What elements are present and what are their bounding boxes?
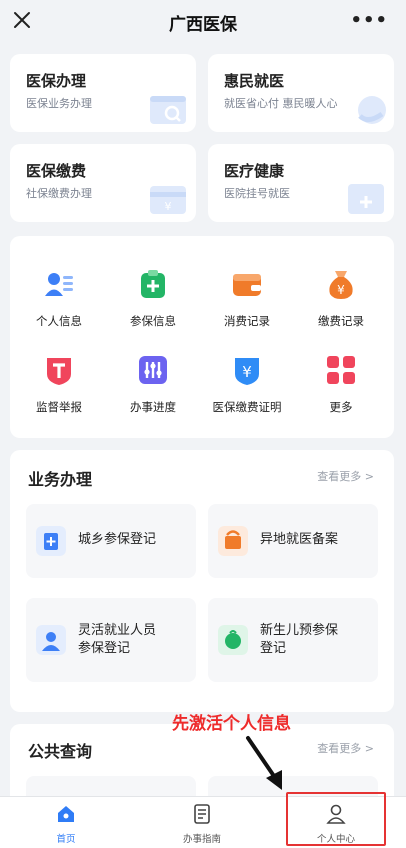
transfer-icon xyxy=(218,526,248,556)
grid-item-label: 缴费记录 xyxy=(318,314,364,328)
service-label: 新生儿预参保 登记 xyxy=(260,622,338,658)
grid-item-payment-records[interactable]: ¥ 缴费记录 xyxy=(296,268,386,329)
annotation-text: 先激活个人信息 xyxy=(172,714,291,734)
shield-yen-icon: ¥ xyxy=(235,358,259,385)
home-icon xyxy=(58,806,74,822)
grid-item-progress[interactable]: 办事进度 xyxy=(108,354,198,415)
service-offsite-medical[interactable]: 异地就医备案 xyxy=(208,504,378,578)
tab-label: 办事指南 xyxy=(182,834,221,845)
wallet-icon xyxy=(233,274,261,296)
money-bag-icon: ¥ xyxy=(329,271,353,299)
grid-item-spending-records[interactable]: 消费记录 xyxy=(202,268,292,329)
quick-card-title: 医保缴费 xyxy=(26,162,87,180)
top-bar: 广西医保 ••• xyxy=(0,0,406,42)
see-more-link[interactable]: 查看更多 > xyxy=(317,740,374,756)
grid-item-label: 办事进度 xyxy=(130,400,176,414)
quick-card-title: 惠民就医 xyxy=(224,72,285,90)
service-label-line1: 新生儿预参保 xyxy=(260,623,339,638)
sliders-icon xyxy=(139,356,167,384)
section-title: 公共查询 xyxy=(28,742,93,761)
grid-item-label: 医保缴费证明 xyxy=(212,400,282,414)
tab-label: 首页 xyxy=(56,834,76,845)
service-label: 城乡参保登记 xyxy=(78,532,157,547)
quick-card-title: 医保办理 xyxy=(26,72,87,90)
search-doc-icon xyxy=(150,96,186,124)
tab-home[interactable]: 首页 xyxy=(26,803,106,845)
quick-card-benefit-medical[interactable]: 惠民就医 就医省心付 惠民暖人心 xyxy=(208,54,394,132)
grid-item-label: 参保信息 xyxy=(130,314,176,328)
service-urban-rural-register[interactable]: 城乡参保登记 xyxy=(26,504,196,578)
quick-card-insurance-payment[interactable]: 医保缴费 社保缴费办理 ¥ xyxy=(10,144,196,222)
svg-text:¥: ¥ xyxy=(165,200,172,213)
quick-card-medical-health[interactable]: 医疗健康 医院挂号就医 xyxy=(208,144,394,222)
section-title: 业务办理 xyxy=(28,470,93,489)
function-grid: 个人信息 参保信息 消费记录 ¥ 缴费记录 监督举报 办事进度 ¥ 医保缴费证明… xyxy=(10,236,394,438)
baby-icon xyxy=(218,625,248,655)
clipboard-plus-icon xyxy=(141,270,165,298)
quick-card-subtitle: 就医省心付 惠民暖人心 xyxy=(224,97,338,110)
quick-card-subtitle: 医院挂号就医 xyxy=(224,187,290,200)
service-label: 灵活就业人员 参保登记 xyxy=(78,622,156,658)
heart-hand-icon xyxy=(358,96,386,124)
grid-item-label: 更多 xyxy=(329,400,353,414)
tab-guide[interactable]: 办事指南 xyxy=(162,803,242,845)
grid-item-label: 监督举报 xyxy=(36,400,82,414)
annotation-arrow xyxy=(246,736,282,790)
grid-item-insurance-info[interactable]: 参保信息 xyxy=(108,268,198,329)
more-menu-icon[interactable]: ••• xyxy=(350,10,388,31)
shield-t-icon xyxy=(47,358,71,385)
grid-item-payment-certificate[interactable]: ¥ 医保缴费证明 xyxy=(202,354,292,415)
quick-card-title: 医疗健康 xyxy=(224,162,285,180)
service-label-line2: 登记 xyxy=(260,641,287,656)
service-flexible-employment[interactable]: 灵活就业人员 参保登记 xyxy=(26,598,196,682)
register-plus-icon xyxy=(36,526,66,556)
service-label: 异地就医备案 xyxy=(260,532,339,547)
annotation-highlight-box xyxy=(286,792,386,846)
grid-item-label: 个人信息 xyxy=(36,314,82,328)
quick-card-medical-insurance[interactable]: 医保办理 医保业务办理 xyxy=(10,54,196,132)
worker-icon xyxy=(36,625,66,655)
service-label-line1: 灵活就业人员 xyxy=(78,623,157,638)
person-card-icon xyxy=(45,273,73,296)
grid-item-personal-info[interactable]: 个人信息 xyxy=(14,268,104,329)
payment-card-icon: ¥ xyxy=(150,186,186,214)
service-newborn-insurance[interactable]: 新生儿预参保 登记 xyxy=(208,598,378,682)
svg-text:¥: ¥ xyxy=(242,363,252,381)
grid-more-icon xyxy=(327,356,355,384)
grid-item-report[interactable]: 监督举报 xyxy=(14,354,104,415)
hospital-card-icon xyxy=(348,184,384,214)
business-section: 业务办理 查看更多 > 城乡参保登记 异地就医备案 灵活就业人员 参保登记 新生… xyxy=(10,450,394,712)
grid-item-label: 消费记录 xyxy=(224,314,270,328)
grid-item-more[interactable]: 更多 xyxy=(296,354,386,415)
see-more-link[interactable]: 查看更多 > xyxy=(317,468,374,484)
document-icon xyxy=(194,804,210,824)
quick-card-subtitle: 社保缴费办理 xyxy=(26,187,92,200)
service-label-line2: 参保登记 xyxy=(78,641,131,656)
svg-text:¥: ¥ xyxy=(337,283,345,297)
page-title: 广西医保 xyxy=(169,15,237,35)
quick-card-subtitle: 医保业务办理 xyxy=(26,97,92,110)
